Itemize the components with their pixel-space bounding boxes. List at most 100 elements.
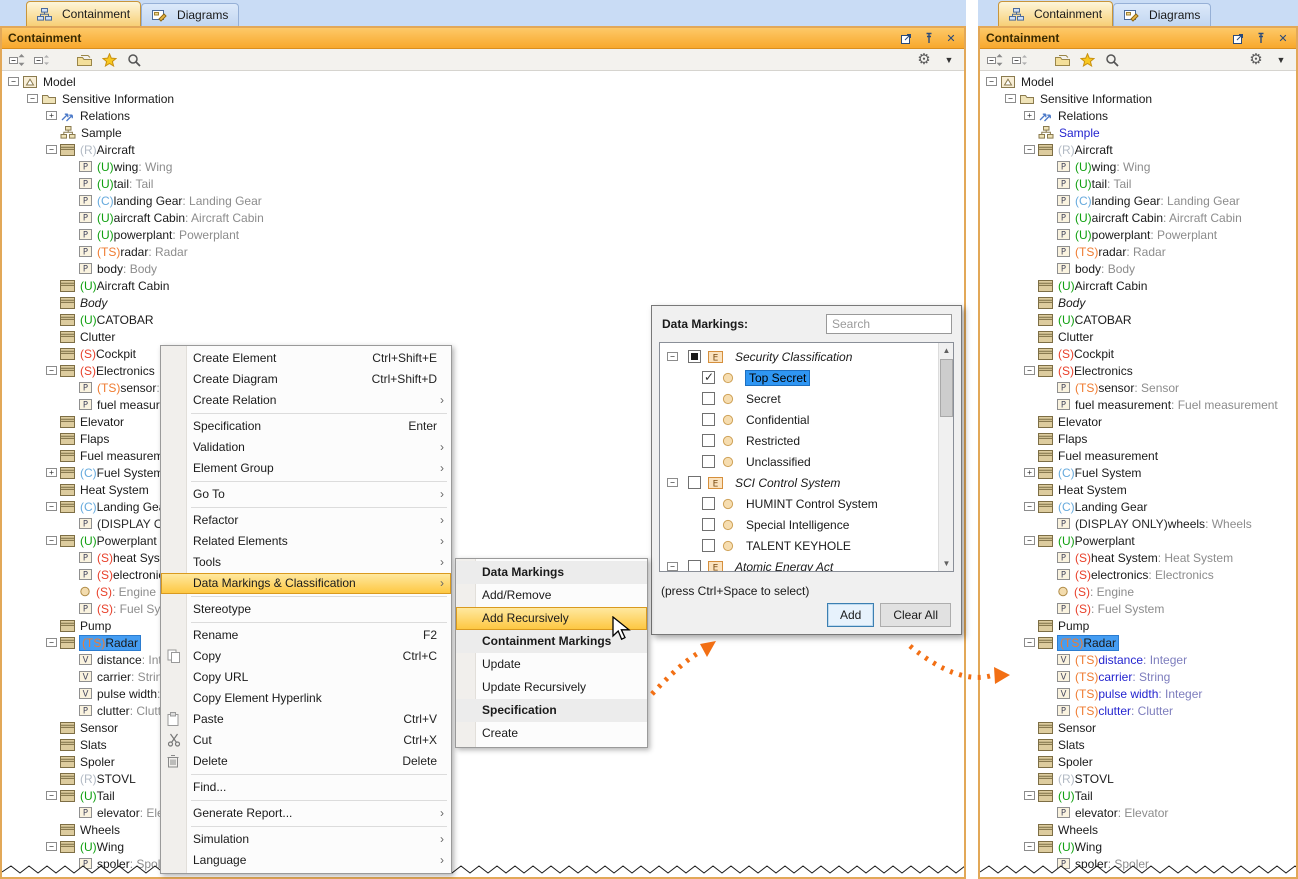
menu-item-element-group[interactable]: Element Group› bbox=[161, 458, 451, 479]
tree-row[interactable]: −Sensitive Information bbox=[980, 90, 1296, 107]
tab-containment[interactable]: Containment bbox=[998, 1, 1113, 26]
collapse-toggle[interactable]: − bbox=[1024, 842, 1035, 851]
collapse-toggle[interactable]: − bbox=[46, 145, 57, 154]
collapse-all-icon[interactable] bbox=[9, 52, 25, 68]
marking-row[interactable]: HUMINT Control System bbox=[660, 493, 953, 514]
submenu-item-create[interactable]: Create bbox=[456, 722, 647, 745]
tree-row[interactable]: −(U) Tail bbox=[2, 787, 964, 804]
tree-row[interactable]: P(S) electronics : Electronics bbox=[980, 566, 1296, 583]
tree-row[interactable]: Pelevator : Elevator bbox=[980, 804, 1296, 821]
marking-row[interactable]: TALENT KEYHOLE bbox=[660, 535, 953, 556]
tree-row[interactable]: −(C) Landing Gear bbox=[980, 498, 1296, 515]
collapse-toggle[interactable]: − bbox=[1024, 366, 1035, 375]
dropdown-caret-icon[interactable]: ▼ bbox=[941, 52, 957, 68]
tree-row[interactable]: V(TS) carrier : String bbox=[980, 668, 1296, 685]
close-icon[interactable]: ✕ bbox=[944, 32, 958, 45]
marking-row[interactable]: Restricted bbox=[660, 430, 953, 451]
tree-row[interactable]: P(U) powerplant : Powerplant bbox=[980, 226, 1296, 243]
float-window-icon[interactable] bbox=[900, 32, 914, 45]
tree-row[interactable]: P(C) landing Gear : Landing Gear bbox=[980, 192, 1296, 209]
tree-row[interactable]: Pspoler : Spoler bbox=[980, 855, 1296, 872]
favorites-star-icon[interactable] bbox=[101, 52, 117, 68]
tree-row[interactable]: P(U) tail : Tail bbox=[980, 175, 1296, 192]
tree-row[interactable]: −(R) Aircraft bbox=[2, 141, 964, 158]
tree-row[interactable]: V(TS) distance : Integer bbox=[980, 651, 1296, 668]
tab-diagrams[interactable]: Diagrams bbox=[141, 3, 239, 26]
menu-item-related-elements[interactable]: Related Elements› bbox=[161, 531, 451, 552]
tree-row[interactable]: P(U) aircraft Cabin : Aircraft Cabin bbox=[2, 209, 964, 226]
empty-checkbox[interactable] bbox=[702, 455, 715, 468]
tree-row[interactable]: Pelevator : Elevator bbox=[2, 804, 964, 821]
menu-item-validation[interactable]: Validation› bbox=[161, 437, 451, 458]
tree-row[interactable]: P(C) landing Gear : Landing Gear bbox=[2, 192, 964, 209]
collapse-toggle[interactable]: − bbox=[46, 638, 57, 647]
collapse-toggle[interactable]: − bbox=[46, 842, 57, 851]
collapse-toggle[interactable]: − bbox=[1024, 638, 1035, 647]
tab-diagrams[interactable]: Diagrams bbox=[1113, 3, 1211, 26]
menu-item-stereotype[interactable]: Stereotype bbox=[161, 599, 451, 620]
marking-row[interactable]: Top Secret bbox=[660, 367, 953, 388]
favorites-star-icon[interactable] bbox=[1079, 52, 1095, 68]
tree-row[interactable]: P(TS) sensor : Sensor bbox=[980, 379, 1296, 396]
tree-row[interactable]: P(DISPLAY ONLY) wheels : Wheels bbox=[980, 515, 1296, 532]
submenu-item-update[interactable]: Update bbox=[456, 653, 647, 676]
empty-checkbox[interactable] bbox=[702, 497, 715, 510]
tree-row[interactable]: Fuel measurement bbox=[980, 447, 1296, 464]
tree-row[interactable]: P(TS) radar : Radar bbox=[980, 243, 1296, 260]
collapse-toggle[interactable]: − bbox=[986, 77, 997, 86]
tree-row[interactable]: (U) Aircraft Cabin bbox=[2, 277, 964, 294]
empty-checkbox[interactable] bbox=[702, 434, 715, 447]
float-window-icon[interactable] bbox=[1232, 32, 1246, 45]
empty-checkbox[interactable] bbox=[688, 560, 701, 572]
expand-toggle[interactable]: + bbox=[46, 468, 57, 477]
dropdown-caret-icon[interactable]: ▼ bbox=[1273, 52, 1289, 68]
menu-item-simulation[interactable]: Simulation› bbox=[161, 829, 451, 850]
open-in-new-tree-icon[interactable] bbox=[76, 52, 92, 68]
tree-row[interactable]: P(U) aircraft Cabin : Aircraft Cabin bbox=[980, 209, 1296, 226]
collapse-selected-icon[interactable] bbox=[1012, 52, 1028, 68]
tree-row[interactable]: +Relations bbox=[980, 107, 1296, 124]
empty-checkbox[interactable] bbox=[702, 518, 715, 531]
tree-row[interactable]: P(U) wing : Wing bbox=[980, 158, 1296, 175]
collapse-toggle[interactable]: − bbox=[1024, 536, 1035, 545]
menu-item-refactor[interactable]: Refactor› bbox=[161, 510, 451, 531]
tree-row[interactable]: Slats bbox=[980, 736, 1296, 753]
collapse-toggle[interactable]: − bbox=[1024, 502, 1035, 511]
menu-item-data-markings-classification[interactable]: Data Markings & Classification› bbox=[161, 573, 451, 594]
tree-row[interactable]: (S) Cockpit bbox=[980, 345, 1296, 362]
tree-row[interactable]: Spoler bbox=[2, 753, 964, 770]
collapse-toggle[interactable]: − bbox=[667, 352, 678, 361]
tree-row[interactable]: P(S) heat System : Heat System bbox=[980, 549, 1296, 566]
tree-row[interactable]: Sample bbox=[2, 124, 964, 141]
collapse-toggle[interactable]: − bbox=[1005, 94, 1016, 103]
tree-row[interactable]: −(R) Aircraft bbox=[980, 141, 1296, 158]
menu-item-specification[interactable]: SpecificationEnter bbox=[161, 416, 451, 437]
tree-row[interactable]: Pfuel measurement : Fuel measurement bbox=[980, 396, 1296, 413]
empty-checkbox[interactable] bbox=[702, 413, 715, 426]
tree-row[interactable]: Pbody : Body bbox=[980, 260, 1296, 277]
menu-item-paste[interactable]: PasteCtrl+V bbox=[161, 709, 451, 730]
settings-gear-icon[interactable]: ⚙ bbox=[916, 52, 932, 68]
marking-row[interactable]: Confidential bbox=[660, 409, 953, 430]
tree-row[interactable]: (U) CATOBAR bbox=[980, 311, 1296, 328]
checked-checkbox[interactable] bbox=[702, 371, 715, 384]
settings-gear-icon[interactable]: ⚙ bbox=[1248, 52, 1264, 68]
tree-row[interactable]: −(U) Powerplant bbox=[980, 532, 1296, 549]
menu-item-cut[interactable]: CutCtrl+X bbox=[161, 730, 451, 751]
collapse-toggle[interactable]: − bbox=[667, 562, 678, 571]
menu-item-delete[interactable]: DeleteDelete bbox=[161, 751, 451, 772]
tree-row[interactable]: (U) Aircraft Cabin bbox=[980, 277, 1296, 294]
tree-row[interactable]: (S) : Engine bbox=[980, 583, 1296, 600]
clear-all-button[interactable]: Clear All bbox=[880, 603, 951, 627]
marking-row[interactable]: Secret bbox=[660, 388, 953, 409]
menu-item-create-relation[interactable]: Create Relation› bbox=[161, 390, 451, 411]
expand-toggle[interactable]: + bbox=[46, 111, 57, 120]
add-button[interactable]: Add bbox=[827, 603, 874, 627]
tab-containment[interactable]: Containment bbox=[26, 1, 141, 26]
tree-row[interactable]: Flaps bbox=[980, 430, 1296, 447]
tree-row[interactable]: −(TS) Radar bbox=[980, 634, 1296, 651]
tree-row[interactable]: −(U) Wing bbox=[980, 838, 1296, 855]
submenu-item-add-remove[interactable]: Add/Remove bbox=[456, 584, 647, 607]
search-input[interactable] bbox=[826, 314, 952, 334]
menu-item-go-to[interactable]: Go To› bbox=[161, 484, 451, 505]
